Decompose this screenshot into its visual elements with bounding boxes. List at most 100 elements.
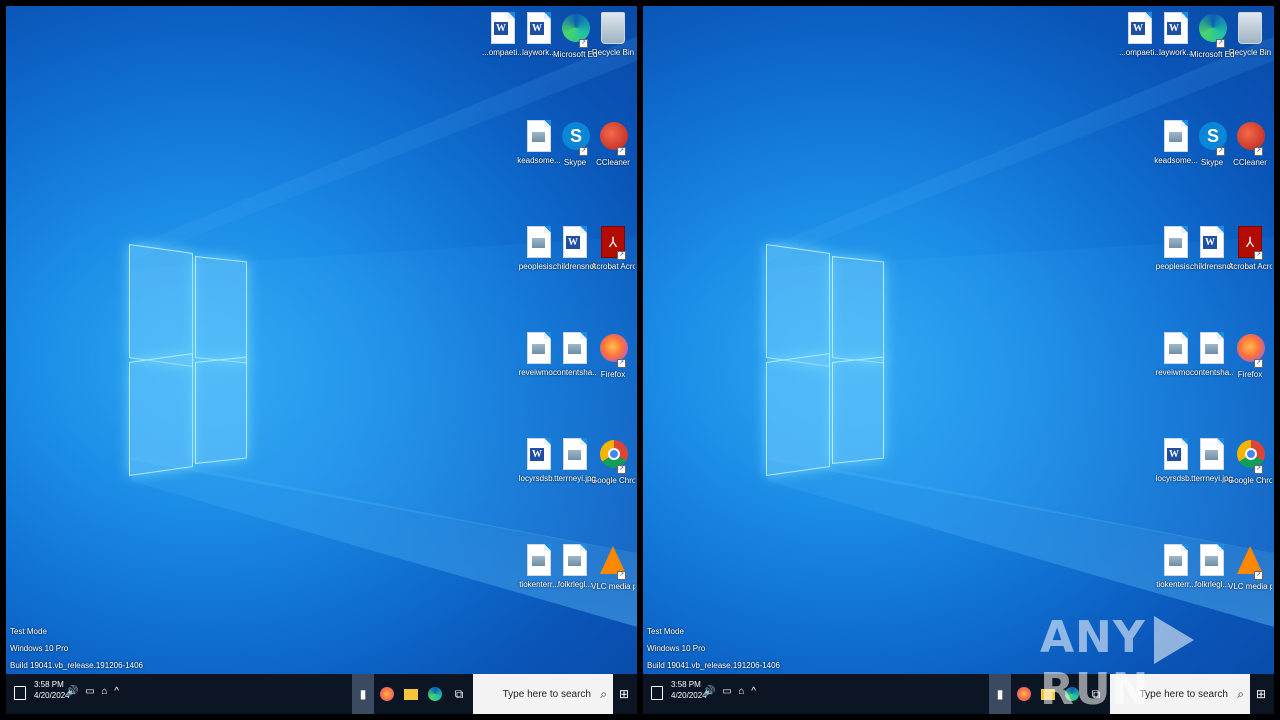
firefox-icon (600, 334, 628, 362)
word-doc-icon: W (1128, 12, 1152, 44)
desktop-icon-chrome[interactable]: ↗ Google Chrome (1228, 438, 1272, 486)
firefox-icon (1237, 334, 1265, 362)
edge-icon (562, 14, 590, 42)
taskbar-clock[interactable]: 3:58 PM 4/20/2024 (671, 679, 707, 701)
desktop-icon-folkrlegl[interactable]: folkrlegl... (555, 544, 595, 590)
task-view-icon[interactable]: ⧉ (448, 674, 470, 714)
image-doc-icon (563, 438, 587, 470)
recycle-bin-icon (601, 12, 625, 44)
image-doc-icon (563, 544, 587, 576)
desktop-icon-edge[interactable]: ↗ Microsoft Edge (1190, 12, 1234, 60)
vlc-icon (600, 546, 626, 574)
taskbar-search[interactable]: Type here to search ⌕ (473, 674, 613, 714)
taskbar-firefox-icon[interactable] (1013, 674, 1035, 714)
desktop-icon-laywork[interactable]: W laywork... (519, 12, 559, 58)
desktop-icons: Recycle Bin ↗ Microsoft Edge W laywork..… (482, 12, 635, 632)
desktop-icon-ompaeti[interactable]: W ...ompaeti... (1119, 12, 1161, 58)
desktop-icon-folkrlegl[interactable]: folkrlegl... (1192, 544, 1232, 590)
desktop-icon-recycle-bin[interactable]: Recycle Bin (592, 12, 634, 58)
skype-icon: S (562, 122, 590, 150)
skype-icon: S (1199, 122, 1227, 150)
search-icon: ⌕ (600, 686, 607, 701)
word-doc-icon: W (1164, 438, 1188, 470)
desktop-icon-firefox[interactable]: ↗ Firefox (593, 332, 633, 380)
desktop-icon-reveiwmo[interactable]: reveiwmo... (1156, 332, 1196, 378)
desktop-icon-peoplesis[interactable]: peoplesis... (1156, 226, 1196, 272)
word-doc-icon: W (563, 226, 587, 258)
desktop-icon-acrobat[interactable]: ⅄↗ Acrobat Acrobat (1228, 226, 1272, 272)
taskbar-app-active-icon[interactable]: ▮ (352, 674, 374, 714)
desktop-right: Recycle Bin ↗ Microsoft Edge W laywork..… (643, 6, 1274, 714)
desktop-icon-peoplesis[interactable]: peoplesis... (519, 226, 559, 272)
recycle-bin-icon (1238, 12, 1262, 44)
desktop-icon-childrensnot[interactable]: W childrensnot... (1190, 226, 1234, 272)
vlc-icon (1237, 546, 1263, 574)
desktop-icon-tterrneyi[interactable]: tterrneyi.jpg (1191, 438, 1233, 484)
desktop-icon-tiokenterr[interactable]: tiokenterr... (1156, 544, 1196, 590)
desktop-icon-childrensnot[interactable]: W childrensnot... (553, 226, 597, 272)
word-doc-icon: W (527, 12, 551, 44)
start-button[interactable]: ⊞ (611, 674, 637, 714)
desktop-icon-locyrsdsb[interactable]: W locyrsdsb... (519, 438, 559, 484)
image-doc-icon (527, 120, 551, 152)
desktop-icon-contentsha[interactable]: contentsha... (1190, 332, 1234, 378)
windows-logo-wallpaper (129, 244, 247, 480)
desktop-icon-chrome[interactable]: ↗ Google Chrome (591, 438, 635, 486)
desktop-icon-recycle-bin[interactable]: Recycle Bin (1229, 12, 1271, 58)
desktop-icons: Recycle Bin ↗ Microsoft Edge W laywork..… (1119, 12, 1272, 632)
taskbar: 3:58 PM 4/20/2024 🔊 ▭ ⌂ ^ ▮ ⧉ 🌍 Type her… (6, 674, 637, 714)
desktop-icon-skype[interactable]: S ↗ Skype (1192, 120, 1232, 168)
desktop-icon-vlc[interactable]: ↗ VLC media player (591, 544, 635, 592)
taskbar-app-active-icon[interactable]: ▮ (989, 674, 1011, 714)
desktop-icon-firefox[interactable]: ↗ Firefox (1230, 332, 1270, 380)
image-doc-icon (1200, 544, 1224, 576)
taskbar-clock[interactable]: 3:58 PM 4/20/2024 (34, 679, 70, 701)
image-doc-icon (527, 226, 551, 258)
build-label: Build 19041.vb_release.191206-1406 (10, 661, 143, 670)
desktop-icon-laywork[interactable]: W laywork... (1156, 12, 1196, 58)
desktop-icon-ompaeti[interactable]: W ...ompaeti... (482, 12, 524, 58)
taskbar-edge-icon[interactable] (424, 674, 446, 714)
desktop-icon-ccleaner[interactable]: ↗ CCleaner (593, 120, 633, 168)
chrome-icon (600, 440, 628, 468)
desktop-icon-keadsome[interactable]: keadsome... (1154, 120, 1198, 166)
desktop-icon-ccleaner[interactable]: ↗ CCleaner (1230, 120, 1270, 168)
word-doc-icon: W (1164, 12, 1188, 44)
word-doc-icon: W (1200, 226, 1224, 258)
taskbar-firefox-icon[interactable] (376, 674, 398, 714)
system-tray[interactable]: 🔊 ▭ ⌂ ^ (66, 686, 121, 697)
desktop-icon-contentsha[interactable]: contentsha... (553, 332, 597, 378)
image-doc-icon (527, 332, 551, 364)
image-doc-icon (1200, 332, 1224, 364)
windows-edition-label: Windows 10 Pro (10, 644, 69, 653)
desktop-icon-skype[interactable]: S ↗ Skype (555, 120, 595, 168)
ccleaner-icon (1237, 122, 1265, 150)
image-doc-icon (1164, 332, 1188, 364)
image-doc-icon (1164, 120, 1188, 152)
desktop-icon-keadsome[interactable]: keadsome... (517, 120, 561, 166)
word-doc-icon: W (527, 438, 551, 470)
windows-logo-wallpaper (766, 244, 884, 480)
desktop-left: Recycle Bin ↗ Microsoft Edge W laywork..… (6, 6, 637, 714)
image-doc-icon (1164, 544, 1188, 576)
desktop-icon-tiokenterr[interactable]: tiokenterr... (519, 544, 559, 590)
ccleaner-icon (600, 122, 628, 150)
image-doc-icon (1200, 438, 1224, 470)
notification-icon[interactable] (651, 686, 663, 700)
any-run-watermark-logo: ANYRUN (1040, 612, 1280, 715)
image-doc-icon (1164, 226, 1188, 258)
desktop-icon-acrobat[interactable]: ⅄↗ Acrobat Acrobat (591, 226, 635, 272)
system-tray[interactable]: 🔊 ▭ ⌂ ^ (703, 686, 758, 697)
word-doc-icon: W (491, 12, 515, 44)
notification-icon[interactable] (14, 686, 26, 700)
chrome-icon (1237, 440, 1265, 468)
build-label: Build 19041.vb_release.191206-1406 (647, 661, 780, 670)
desktop-icon-reveiwmo[interactable]: reveiwmo... (519, 332, 559, 378)
taskbar-explorer-icon[interactable] (400, 674, 422, 714)
desktop-icon-tterrneyi[interactable]: tterrneyi.jpg (554, 438, 596, 484)
desktop-icon-locyrsdsb[interactable]: W locyrsdsb... (1156, 438, 1196, 484)
desktop-icon-vlc[interactable]: ↗ VLC media player (1228, 544, 1272, 592)
windows-edition-label: Windows 10 Pro (647, 644, 706, 653)
edge-icon (1199, 14, 1227, 42)
desktop-icon-edge[interactable]: ↗ Microsoft Edge (553, 12, 597, 60)
